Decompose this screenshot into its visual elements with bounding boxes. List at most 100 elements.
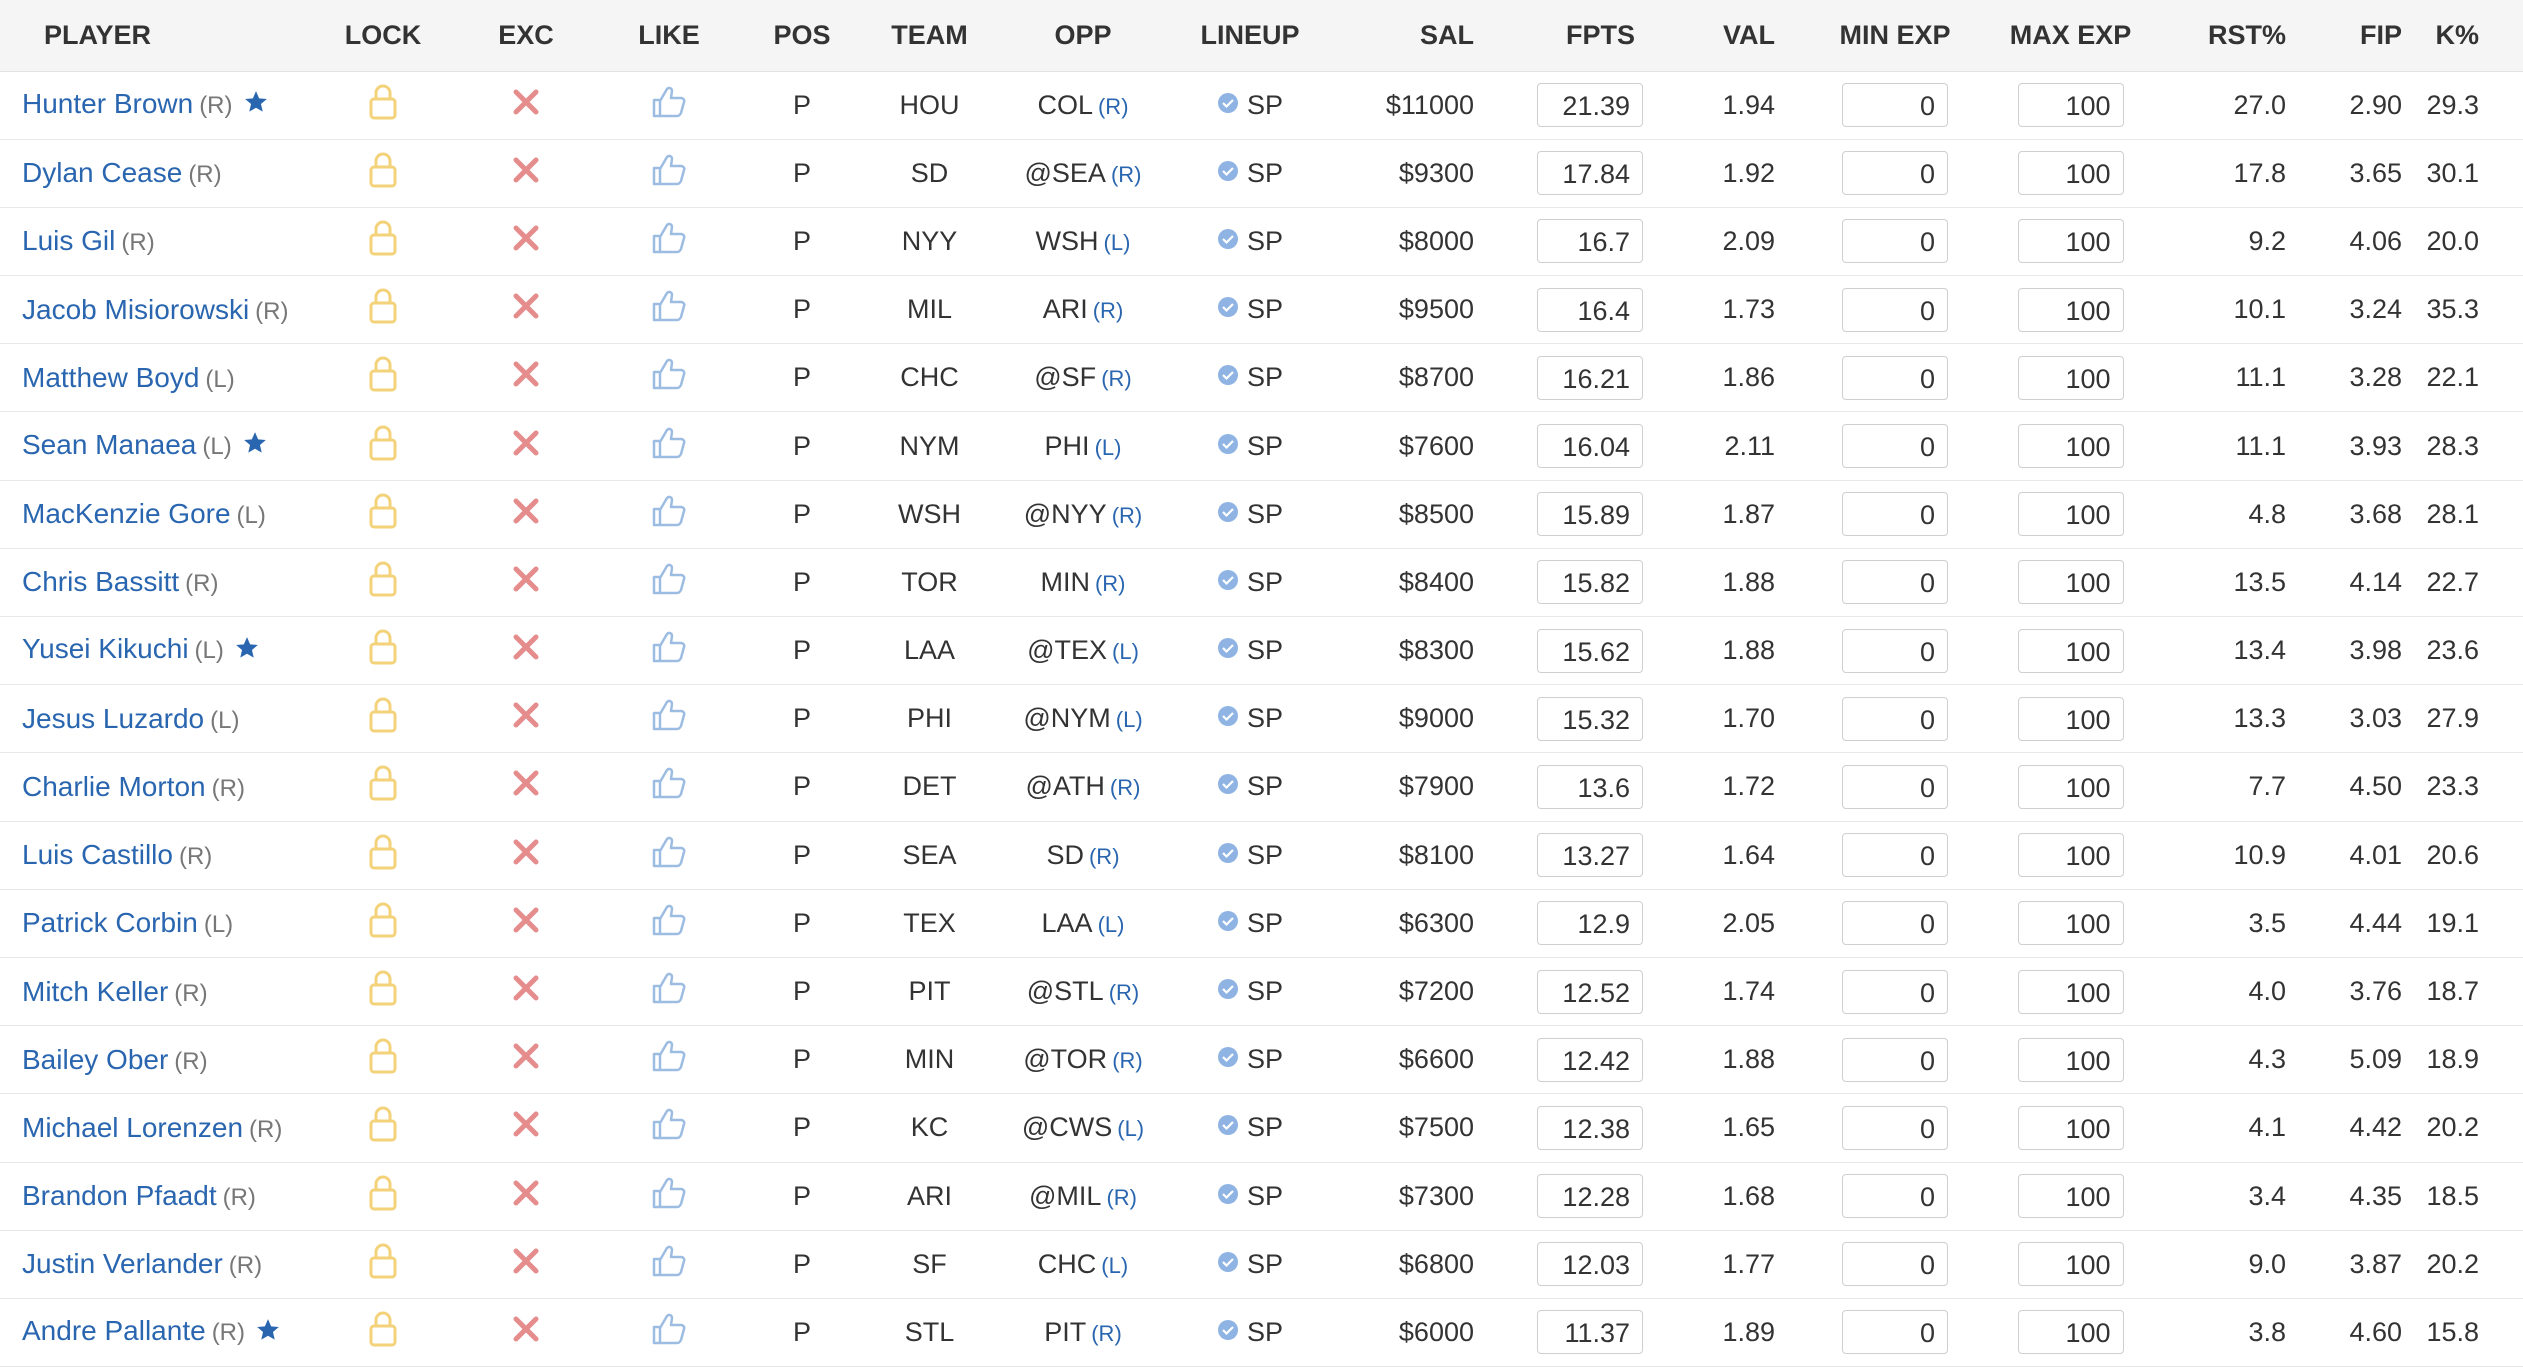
col-header-team[interactable]: TEAM [862, 0, 997, 72]
lock-icon[interactable] [368, 833, 398, 878]
max-exp-input[interactable]: 100 [2017, 492, 2124, 537]
thumbs-up-icon[interactable] [651, 1312, 687, 1353]
max-exp-input[interactable]: 100 [2017, 1105, 2124, 1150]
x-icon[interactable] [511, 155, 541, 192]
x-icon[interactable] [511, 564, 541, 601]
max-exp-input[interactable]: 100 [2017, 560, 2124, 605]
col-header-opp[interactable]: OPP [997, 0, 1169, 72]
player-name-link[interactable]: Yusei Kikuchi [22, 633, 189, 664]
fpts-input[interactable]: 12.38 [1537, 1105, 1643, 1150]
lock-icon[interactable] [368, 628, 398, 673]
min-exp-input[interactable]: 0 [1842, 696, 1948, 741]
max-exp-input[interactable]: 100 [2017, 764, 2124, 809]
player-name-link[interactable]: Hunter Brown [22, 88, 193, 119]
x-icon[interactable] [511, 905, 541, 942]
x-icon[interactable] [511, 1109, 541, 1146]
fpts-input[interactable]: 11.37 [1537, 1310, 1643, 1355]
fpts-input[interactable]: 16.21 [1537, 355, 1643, 400]
col-header-k[interactable]: K% [2422, 0, 2523, 72]
thumbs-up-icon[interactable] [651, 153, 687, 194]
player-name-link[interactable]: Bailey Ober [22, 1044, 168, 1075]
fpts-input[interactable]: 16.7 [1537, 219, 1643, 264]
fpts-input[interactable]: 16.4 [1537, 287, 1643, 332]
min-exp-input[interactable]: 0 [1842, 287, 1948, 332]
x-icon[interactable] [511, 359, 541, 396]
thumbs-up-icon[interactable] [651, 971, 687, 1012]
lock-icon[interactable] [368, 969, 398, 1014]
lock-icon[interactable] [368, 219, 398, 264]
col-header-lineup[interactable]: LINEUP [1169, 0, 1331, 72]
player-name-link[interactable]: Dylan Cease [22, 157, 182, 188]
x-icon[interactable] [511, 496, 541, 533]
fpts-input[interactable]: 12.28 [1537, 1174, 1643, 1219]
x-icon[interactable] [511, 768, 541, 805]
lock-icon[interactable] [368, 492, 398, 537]
lock-icon[interactable] [368, 696, 398, 741]
player-name-link[interactable]: Luis Gil [22, 225, 115, 256]
col-header-fip[interactable]: FIP [2302, 0, 2422, 72]
lock-icon[interactable] [368, 1105, 398, 1150]
col-header-player[interactable]: PLAYER [0, 0, 310, 72]
player-name-link[interactable]: Brandon Pfaadt [22, 1180, 217, 1211]
player-name-link[interactable]: Jesus Luzardo [22, 703, 204, 734]
fpts-input[interactable]: 12.42 [1537, 1037, 1643, 1082]
min-exp-input[interactable]: 0 [1842, 560, 1948, 605]
x-icon[interactable] [511, 223, 541, 260]
min-exp-input[interactable]: 0 [1842, 1037, 1948, 1082]
fpts-input[interactable]: 17.84 [1537, 151, 1643, 196]
lock-icon[interactable] [368, 287, 398, 332]
min-exp-input[interactable]: 0 [1842, 969, 1948, 1014]
lock-icon[interactable] [368, 83, 398, 128]
col-header-fpts[interactable]: FPTS [1496, 0, 1665, 72]
min-exp-input[interactable]: 0 [1842, 151, 1948, 196]
x-icon[interactable] [511, 973, 541, 1010]
min-exp-input[interactable]: 0 [1842, 492, 1948, 537]
x-icon[interactable] [511, 87, 541, 124]
thumbs-up-icon[interactable] [651, 766, 687, 807]
col-header-like[interactable]: LIKE [596, 0, 742, 72]
max-exp-input[interactable]: 100 [2017, 969, 2124, 1014]
min-exp-input[interactable]: 0 [1842, 83, 1948, 128]
max-exp-input[interactable]: 100 [2017, 628, 2124, 673]
x-icon[interactable] [511, 1246, 541, 1283]
max-exp-input[interactable]: 100 [2017, 1242, 2124, 1287]
max-exp-input[interactable]: 100 [2017, 901, 2124, 946]
thumbs-up-icon[interactable] [651, 85, 687, 126]
lock-icon[interactable] [368, 1037, 398, 1082]
player-name-link[interactable]: Justin Verlander [22, 1248, 223, 1279]
player-name-link[interactable]: Luis Castillo [22, 839, 173, 870]
thumbs-up-icon[interactable] [651, 357, 687, 398]
max-exp-input[interactable]: 100 [2017, 219, 2124, 264]
col-header-min-exp[interactable]: MIN EXP [1807, 0, 1983, 72]
max-exp-input[interactable]: 100 [2017, 1174, 2124, 1219]
col-header-max-exp[interactable]: MAX EXP [1983, 0, 2158, 72]
x-icon[interactable] [511, 1178, 541, 1215]
player-name-link[interactable]: Chris Bassitt [22, 566, 179, 597]
min-exp-input[interactable]: 0 [1842, 628, 1948, 673]
max-exp-input[interactable]: 100 [2017, 696, 2124, 741]
col-header-sal[interactable]: SAL [1331, 0, 1496, 72]
max-exp-input[interactable]: 100 [2017, 355, 2124, 400]
thumbs-up-icon[interactable] [651, 1107, 687, 1148]
fpts-input[interactable]: 21.39 [1537, 83, 1643, 128]
player-name-link[interactable]: Charlie Morton [22, 771, 206, 802]
lock-icon[interactable] [368, 764, 398, 809]
max-exp-input[interactable]: 100 [2017, 833, 2124, 878]
x-icon[interactable] [511, 1041, 541, 1078]
col-header-rst[interactable]: RST% [2158, 0, 2302, 72]
fpts-input[interactable]: 16.04 [1537, 424, 1643, 469]
player-name-link[interactable]: Patrick Corbin [22, 907, 198, 938]
fpts-input[interactable]: 13.27 [1537, 833, 1643, 878]
x-icon[interactable] [511, 1314, 541, 1351]
player-name-link[interactable]: Matthew Boyd [22, 362, 199, 393]
max-exp-input[interactable]: 100 [2017, 424, 2124, 469]
thumbs-up-icon[interactable] [651, 289, 687, 330]
x-icon[interactable] [511, 700, 541, 737]
col-header-exc[interactable]: EXC [456, 0, 596, 72]
x-icon[interactable] [511, 428, 541, 465]
lock-icon[interactable] [368, 1174, 398, 1219]
thumbs-up-icon[interactable] [651, 426, 687, 467]
player-name-link[interactable]: MacKenzie Gore [22, 498, 231, 529]
lock-icon[interactable] [368, 355, 398, 400]
min-exp-input[interactable]: 0 [1842, 424, 1948, 469]
